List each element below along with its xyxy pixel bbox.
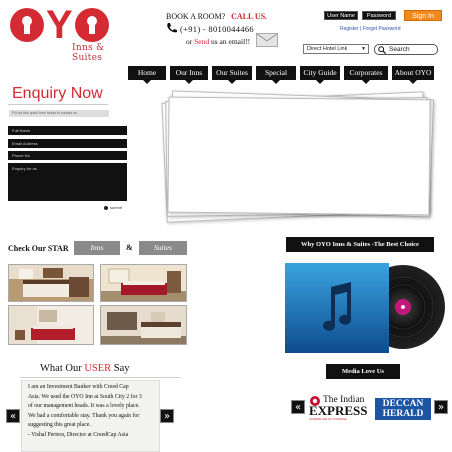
logo-y: Y [46,3,73,47]
logo-o-keyhole-icon [10,8,44,42]
logo-mark: Y [10,3,130,47]
testimonial-author: - Vishal Periera, Director at CreedCap A… [28,431,129,438]
search-input[interactable]: Search [374,44,438,55]
envelope-icon[interactable] [256,33,278,47]
music-video-graphic[interactable] [285,263,445,353]
testimonial-line: suggesting this great place. [28,422,91,429]
call-us-label: CALL US. [231,12,268,21]
nav-about-oyo[interactable]: About OYO [392,66,434,84]
check-our-star-label: Check Our STAR [8,244,69,253]
testimonial-box: I am an Investment Banker with Creed Cap… [21,380,160,452]
indian-express-emblem-icon [310,396,320,406]
email-us-text: or Send us an email!! [186,37,250,46]
logo-o-keyhole-icon [74,8,109,42]
main-nav: Home Our Inns Our Suites Special Offer C… [128,66,434,91]
submit-icon [104,205,108,210]
book-a-room-text: BOOK A ROOM? CALL US. [166,12,267,21]
tab-suites[interactable]: Suites [139,241,187,255]
email-suffix: us an email!! [211,37,251,46]
enquiry-textarea[interactable]: Enquiry for us [8,163,127,201]
deccan-herald-line2: HERALD [382,409,424,419]
email-prefix: or [186,37,193,46]
best-choice-banner: Why OYO Inns & Suites -The Best Choice [286,237,434,252]
book-label: BOOK A ROOM? [166,12,226,21]
room-thumbnail[interactable] [8,305,94,345]
room-thumbnail[interactable] [100,264,187,302]
double-chevron-right-icon[interactable]: » [160,409,174,423]
room-thumbnail[interactable] [100,305,187,345]
chevron-down-icon: ▼ [361,46,366,52]
link-separator: | [360,26,362,32]
heading-suffix: Say [113,363,130,374]
phone-number[interactable]: (+91) - 8010044466 [180,24,254,34]
submit-button[interactable]: submit [104,205,122,210]
enquiry-note: Fill out this quick form below to contac… [9,110,109,117]
enquiry-divider [8,104,108,105]
testimonial-line: Asia. We used the OYO Inn at South City … [28,393,142,400]
enquiry-title: Enquiry Now [12,85,103,102]
full-name-field[interactable]: Full Name [8,126,127,135]
indian-express-logo[interactable]: The Indian EXPRESS JOURNALISM OF COURAGE [309,395,371,421]
email-send-link[interactable]: Send [194,37,209,46]
media-prev-chevron-icon[interactable]: « [291,400,305,414]
direct-hotel-link-label: Direct Hotel Link [307,46,348,52]
testimonial-line: I am an Investment Banker with Creed Cap [28,384,129,390]
forgot-password-link[interactable]: Forget Password [363,26,401,32]
nav-city-guide[interactable]: City Guide [300,66,340,84]
room-thumbnail[interactable] [8,264,94,302]
logo-subtitle: Inns & Suites [72,43,105,63]
submit-label: submit [110,205,122,210]
email-field[interactable]: Email Address [8,139,127,148]
deccan-herald-line1: DECCAN [382,399,424,409]
testimonial-line: We had a comfortable stay. Thank you aga… [28,412,140,419]
testimonial-line: of our management heads. It was a lovely… [28,403,140,410]
ampersand: & [126,243,133,252]
testimonials-divider [20,377,180,378]
register-link[interactable]: Register [340,26,359,32]
direct-hotel-link-select[interactable]: Direct Hotel Link ▼ [303,44,369,54]
nav-our-inns[interactable]: Our Inns [170,66,208,84]
search-placeholder: Search [389,46,410,53]
stacked-photo-top [167,96,431,216]
heading-highlight: USER [84,363,112,374]
tab-inns[interactable]: Inns [74,241,120,255]
nav-our-suites[interactable]: Our Suites [212,66,252,84]
media-next-chevron-icon[interactable]: » [434,400,448,414]
sign-in-button[interactable]: Sign In [404,10,442,21]
username-field[interactable]: User Name [324,11,358,20]
nav-special-offer[interactable]: Special Offer [256,66,296,91]
oyo-logo[interactable]: Y Inns & Suites [10,3,130,63]
phone-field[interactable]: Phone No [8,151,127,160]
testimonials-heading: What Our USER Say [40,363,130,374]
deccan-herald-logo[interactable]: DECCAN HERALD [375,398,431,420]
password-field[interactable]: Password [362,11,396,20]
double-chevron-left-icon[interactable]: « [6,409,20,423]
nav-corporates[interactable]: Corporates [344,66,388,84]
phone-icon [166,22,178,34]
photo-stack[interactable] [160,90,440,223]
account-links: Register | Forget Password [340,26,401,32]
site-header: Y Inns & Suites BOOK A ROOM? CALL US. (+… [0,0,452,63]
heading-prefix: What Our [40,363,82,374]
search-icon [378,46,386,54]
media-love-us-banner: Media Love Us [326,364,400,379]
nav-home[interactable]: Home [128,66,166,84]
